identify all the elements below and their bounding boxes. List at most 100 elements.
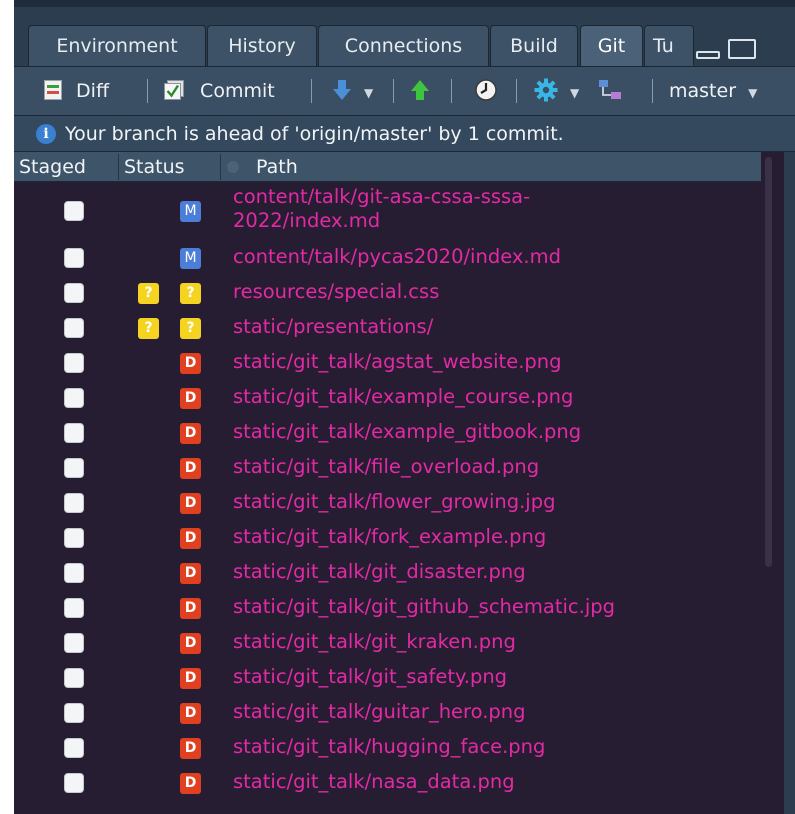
file-row[interactable]: Dstatic/git_talk/git_kraken.png — [14, 625, 761, 660]
diff-icon — [44, 80, 62, 100]
push-button[interactable] — [410, 67, 430, 115]
file-path[interactable]: static/git_talk/fork_example.png — [233, 525, 546, 549]
staged-checkbox[interactable] — [64, 493, 84, 513]
staged-checkbox[interactable] — [64, 738, 84, 758]
file-path[interactable]: static/git_talk/git_disaster.png — [233, 560, 526, 584]
file-path[interactable]: static/git_talk/guitar_hero.png — [233, 700, 526, 724]
status-deleted-badge: D — [180, 528, 201, 549]
status-untracked-badge: ? — [138, 318, 159, 339]
status-untracked-badge: ? — [138, 283, 159, 304]
staged-checkbox[interactable] — [64, 353, 84, 373]
file-row[interactable]: Dstatic/git_talk/file_overload.png — [14, 450, 761, 485]
diff-button[interactable]: Diff — [44, 67, 109, 115]
file-row[interactable]: Dstatic/git_talk/fork_example.png — [14, 520, 761, 555]
staged-checkbox[interactable] — [64, 598, 84, 618]
commit-button[interactable]: Commit — [164, 67, 275, 115]
file-path[interactable]: content/talk/pycas2020/index.md — [233, 245, 561, 269]
staged-checkbox[interactable] — [64, 388, 84, 408]
toolbar-separator — [311, 79, 312, 103]
staged-checkbox[interactable] — [64, 423, 84, 443]
staged-checkbox[interactable] — [64, 458, 84, 478]
pane-right-edge — [784, 152, 795, 814]
file-path[interactable]: static/git_talk/example_course.png — [233, 385, 573, 409]
file-path-line: static/git_talk/fork_example.png — [233, 525, 547, 548]
file-path-line: content/talk/git-asa-cssa-sssa- — [233, 185, 531, 208]
staged-checkbox[interactable] — [64, 668, 84, 688]
pull-dropdown-caret[interactable]: ▼ — [364, 86, 373, 100]
staged-checkbox[interactable] — [64, 633, 84, 653]
commit-label: Commit — [200, 80, 275, 102]
minimize-icon[interactable] — [696, 51, 720, 59]
staged-checkbox[interactable] — [64, 201, 84, 221]
file-row[interactable]: Mcontent/talk/pycas2020/index.md — [14, 240, 761, 275]
tab-connections[interactable]: Connections — [318, 25, 489, 66]
column-status[interactable]: Status — [124, 152, 185, 182]
file-path[interactable]: static/git_talk/file_overload.png — [233, 455, 539, 479]
branch-icon-button[interactable] — [598, 67, 622, 115]
file-path[interactable]: resources/special.css — [233, 280, 439, 304]
file-path[interactable]: content/talk/git-asa-cssa-sssa- 2022/inde… — [233, 185, 530, 233]
tab-git[interactable]: Git — [580, 25, 643, 66]
file-row[interactable]: ?? resources/special.css — [14, 275, 761, 310]
file-path[interactable]: static/presentations/ — [233, 315, 433, 339]
staged-checkbox[interactable] — [64, 528, 84, 548]
column-header: Staged Status Path — [14, 152, 761, 182]
file-row[interactable]: Dstatic/git_talk/git_safety.png — [14, 660, 761, 695]
scrollbar-thumb[interactable] — [765, 157, 772, 567]
tab-tutorial[interactable]: Tu — [644, 25, 694, 66]
file-path-line: static/git_talk/git_disaster.png — [233, 560, 526, 583]
file-row[interactable]: Dstatic/git_talk/git_disaster.png — [14, 555, 761, 590]
file-row[interactable]: Dstatic/git_talk/hugging_face.png — [14, 730, 761, 765]
branch-dropdown[interactable]: master ▼ — [669, 67, 757, 115]
tab-history[interactable]: History — [207, 25, 317, 66]
staged-checkbox[interactable] — [64, 283, 84, 303]
file-path[interactable]: static/git_talk/nasa_data.png — [233, 770, 515, 794]
commit-checkbox-icon — [164, 80, 184, 100]
file-path[interactable]: static/git_talk/git_github_schematic.jpg — [233, 595, 615, 619]
pull-arrow-down-icon — [333, 80, 351, 100]
staged-checkbox[interactable] — [64, 563, 84, 583]
file-row[interactable]: Dstatic/git_talk/git_github_schematic.jp… — [14, 590, 761, 625]
more-button[interactable]: ▼ — [534, 67, 579, 115]
file-path-line: static/presentations/ — [233, 315, 434, 338]
staged-checkbox[interactable] — [64, 248, 84, 268]
staged-checkbox[interactable] — [64, 703, 84, 723]
history-button[interactable] — [475, 67, 497, 115]
file-path[interactable]: static/git_talk/git_safety.png — [233, 665, 507, 689]
file-row[interactable]: ?? static/presentations/ — [14, 310, 761, 345]
tab-environment[interactable]: Environment — [28, 25, 206, 66]
file-row[interactable]: Dstatic/git_talk/example_course.png — [14, 380, 761, 415]
toolbar-separator — [652, 79, 653, 103]
tab-build[interactable]: Build — [490, 25, 578, 66]
file-path[interactable]: static/git_talk/agstat_website.png — [233, 350, 562, 374]
git-toolbar: Diff Commit ▼ ▼ master ▼ — [14, 66, 795, 116]
file-path-line: static/git_talk/git_safety.png — [233, 665, 508, 688]
file-path-line: static/git_talk/example_course.png — [233, 385, 574, 408]
staged-checkbox[interactable] — [64, 773, 84, 793]
file-row[interactable]: Mcontent/talk/git-asa-cssa-sssa- 2022/ind… — [14, 182, 761, 240]
file-path-line: static/git_talk/git_kraken.png — [233, 630, 516, 653]
staged-checkbox[interactable] — [64, 318, 84, 338]
maximize-icon[interactable] — [728, 39, 756, 59]
status-deleted-badge: D — [180, 773, 201, 794]
tab-bar: Environment History Connections Build Gi… — [14, 7, 795, 66]
status-deleted-badge: D — [180, 493, 201, 514]
file-row[interactable]: Dstatic/git_talk/example_gitbook.png — [14, 415, 761, 450]
file-path[interactable]: static/git_talk/example_gitbook.png — [233, 420, 581, 444]
file-row[interactable]: Dstatic/git_talk/agstat_website.png — [14, 345, 761, 380]
file-path-line: static/git_talk/guitar_hero.png — [233, 700, 526, 723]
sort-indicator-icon — [227, 161, 239, 173]
file-path[interactable]: static/git_talk/git_kraken.png — [233, 630, 516, 654]
file-row[interactable]: Dstatic/git_talk/nasa_data.png — [14, 765, 761, 800]
file-path[interactable]: static/git_talk/hugging_face.png — [233, 735, 545, 759]
file-row[interactable]: Dstatic/git_talk/guitar_hero.png — [14, 695, 761, 730]
file-path-line: 2022/index.md — [233, 209, 381, 232]
column-path[interactable]: Path — [256, 152, 298, 182]
status-deleted-badge: D — [180, 563, 201, 584]
file-row[interactable]: Dstatic/git_talk/flower_growing.jpg — [14, 485, 761, 520]
file-path-line: static/git_talk/example_gitbook.png — [233, 420, 582, 443]
more-dropdown-caret[interactable]: ▼ — [570, 86, 579, 100]
column-staged[interactable]: Staged — [19, 152, 86, 182]
file-path[interactable]: static/git_talk/flower_growing.jpg — [233, 490, 555, 514]
pull-button[interactable]: ▼ — [332, 67, 373, 115]
